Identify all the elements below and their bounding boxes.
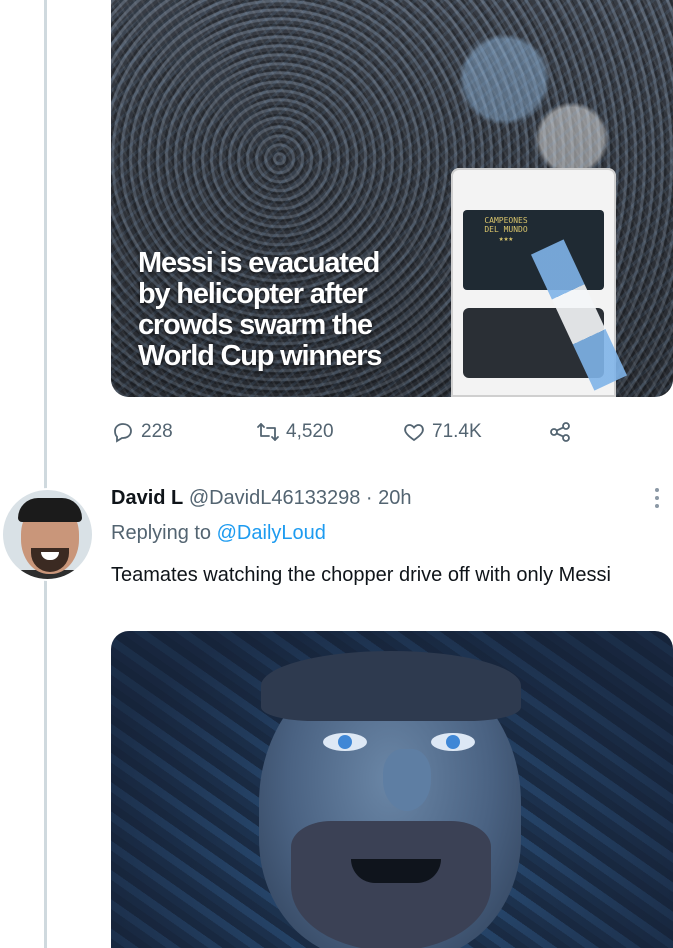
timestamp[interactable]: 20h (378, 487, 411, 509)
more-options-button[interactable] (645, 484, 669, 512)
thread-line (44, 0, 47, 948)
tweet-header: David L @DavidL46133298 · 20h (111, 484, 412, 512)
like-count: 71.4K (432, 421, 482, 442)
tweet-media-image[interactable]: CAMPEONES DEL MUNDO ★★★ Messi is evacuat… (111, 0, 673, 397)
replying-to-handle[interactable]: @DailyLoud (217, 522, 326, 544)
more-icon (655, 484, 659, 512)
retweet-button[interactable]: 4,520 (256, 416, 334, 448)
media-headline: Messi is evacuated by helicopter after c… (138, 247, 382, 372)
display-name[interactable]: David L (111, 487, 183, 509)
retweet-count: 4,520 (286, 421, 334, 442)
share-icon (550, 422, 570, 442)
avatar[interactable] (1, 488, 94, 581)
share-button[interactable] (548, 416, 578, 448)
tweet-text: Teamates watching the chopper drive off … (111, 564, 611, 586)
replying-to: Replying to @DailyLoud (111, 522, 326, 544)
retweet-icon (257, 423, 279, 441)
reply-button[interactable]: 228 (111, 416, 173, 448)
reply-icon (114, 423, 132, 443)
tweet-action-bar: 228 4,520 71.4K (111, 416, 591, 448)
separator-dot: · (365, 487, 373, 509)
like-button[interactable]: 71.4K (402, 416, 482, 448)
like-icon (404, 424, 424, 442)
reply-media-image[interactable] (111, 631, 673, 948)
reply-count: 228 (141, 421, 173, 442)
bus-sign: CAMPEONES DEL MUNDO ★★★ (484, 216, 528, 243)
user-handle[interactable]: @DavidL46133298 (189, 487, 361, 509)
